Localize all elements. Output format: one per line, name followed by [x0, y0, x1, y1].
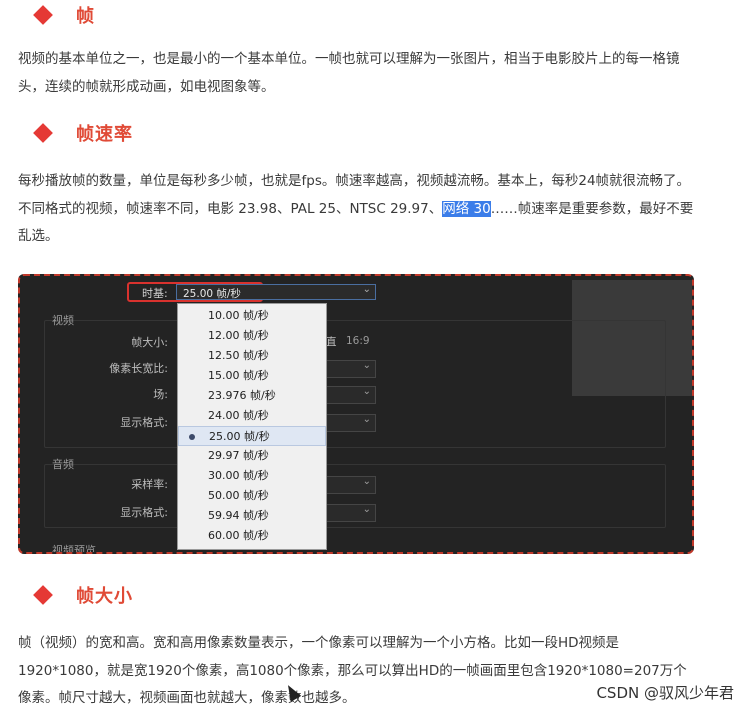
- section-heading-frame: 帧: [32, 0, 95, 30]
- settings-screenshot: 时基: 25.00 帧/秒 ⌄ 视频 帧大小: 直 16:9 像素长宽比: ⌄ …: [18, 274, 694, 554]
- display-format-label: 显示格式:: [120, 416, 168, 429]
- option-59-94fps[interactable]: 59.94 帧/秒: [178, 506, 326, 526]
- option-60fps[interactable]: 60.00 帧/秒: [178, 526, 326, 546]
- audio-display-format-select[interactable]: ⌄: [326, 504, 376, 522]
- frame-size-label: 帧大小:: [131, 336, 168, 349]
- highlighted-text[interactable]: 网络 30: [442, 200, 491, 217]
- chevron-down-icon: ⌄: [362, 504, 371, 515]
- section-paragraph: 视频的基本单位之一，也是最小的一个基本单位。一帧也就可以理解为一张图片，相当于电…: [18, 51, 680, 95]
- field-select[interactable]: ⌄: [326, 386, 376, 404]
- section-title: 帧速率: [76, 124, 133, 145]
- option-23-976fps[interactable]: 23.976 帧/秒: [178, 386, 326, 406]
- chevron-down-icon: ⌄: [362, 284, 371, 295]
- aspect-value: 16:9: [346, 335, 370, 347]
- timebase-value: 25.00 帧/秒: [183, 288, 241, 300]
- preview-group-label: 视频预览: [52, 544, 96, 554]
- display-format-select[interactable]: ⌄: [326, 414, 376, 432]
- chevron-down-icon: ⌄: [362, 414, 371, 425]
- pixel-aspect-label: 像素长宽比:: [109, 362, 168, 375]
- timebase-select[interactable]: 25.00 帧/秒 ⌄: [176, 284, 376, 300]
- chevron-down-icon: ⌄: [362, 386, 371, 397]
- chevron-down-icon: ⌄: [362, 360, 371, 371]
- option-25fps-selected[interactable]: 25.00 帧/秒: [178, 426, 326, 446]
- audio-display-format-label: 显示格式:: [120, 506, 168, 519]
- section-heading-frame-rate: 帧速率: [32, 118, 133, 148]
- diamond-icon: [33, 585, 53, 605]
- timebase-dropdown-list: 10.00 帧/秒 12.00 帧/秒 12.50 帧/秒 15.00 帧/秒 …: [177, 303, 327, 550]
- timebase-label: 时基:: [142, 287, 168, 300]
- diamond-icon: [33, 123, 53, 143]
- audio-group-label: 音频: [52, 458, 74, 471]
- video-group-label: 视频: [52, 314, 74, 327]
- sample-rate-select[interactable]: ⌄: [326, 476, 376, 494]
- aspect-hint: 直: [326, 336, 337, 348]
- field-label: 场:: [153, 388, 168, 401]
- sample-rate-label: 采样率:: [131, 478, 168, 491]
- option-10fps[interactable]: 10.00 帧/秒: [178, 306, 326, 326]
- section-paragraph: 每秒播放帧的数量，单位是每秒多少帧，也就是fps。帧速率越高，视频越流畅。基本上…: [18, 168, 698, 251]
- radio-dot-icon: [189, 434, 195, 440]
- pixel-aspect-select[interactable]: ⌄: [326, 360, 376, 378]
- section-heading-frame-size: 帧大小: [32, 580, 133, 610]
- section-title: 帧大小: [76, 586, 133, 607]
- watermark: CSDN @驭风少年君: [596, 684, 734, 702]
- section-title: 帧: [76, 6, 95, 27]
- option-29-97fps[interactable]: 29.97 帧/秒: [178, 446, 326, 466]
- option-12fps[interactable]: 12.00 帧/秒: [178, 326, 326, 346]
- option-30fps[interactable]: 30.00 帧/秒: [178, 466, 326, 486]
- diamond-icon: [33, 5, 53, 25]
- chevron-down-icon: ⌄: [362, 476, 371, 487]
- option-15fps[interactable]: 15.00 帧/秒: [178, 366, 326, 386]
- option-50fps[interactable]: 50.00 帧/秒: [178, 486, 326, 506]
- option-12-5fps[interactable]: 12.50 帧/秒: [178, 346, 326, 366]
- option-24fps[interactable]: 24.00 帧/秒: [178, 406, 326, 426]
